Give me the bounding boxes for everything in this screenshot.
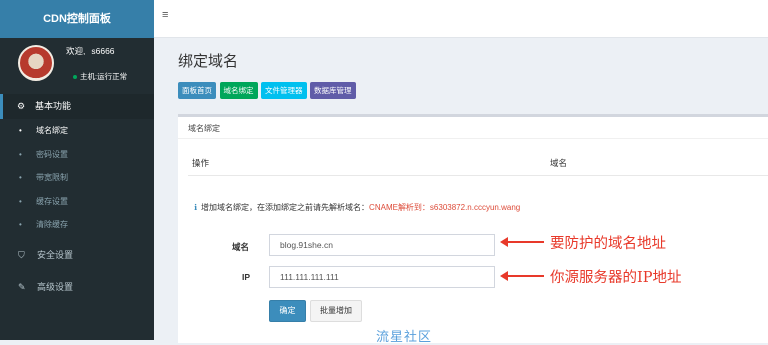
menu-advanced-label: 高级设置 [37, 282, 74, 292]
arrow-left-icon [500, 271, 544, 281]
bullet-icon: • [19, 173, 22, 182]
menu-security-settings[interactable]: ⛉ 安全设置 [0, 240, 154, 270]
watermark: 流星社区 [376, 329, 433, 344]
status-dot-icon [73, 75, 77, 80]
sidebar: CDN控制面板 欢迎, s6666 主机:运行正常 ⚙ 基本功能 • 域名绑定 • 密… [0, 0, 154, 340]
cogs-icon: ⚙ [17, 101, 26, 111]
table-header-divider [188, 175, 768, 176]
confirm-button[interactable]: 确定 [269, 300, 306, 322]
edit-icon: ✎ [18, 282, 26, 292]
ip-label: IP [242, 272, 251, 282]
submenu-item-label: 域名绑定 [36, 126, 68, 135]
welcome-text: 欢迎, s6666 [66, 45, 115, 57]
content-area: 绑定域名 面板首页 域名绑定 文件管理器 数据库管理 域名绑定 操作 域名 ℹ增… [154, 38, 768, 344]
box-divider [178, 138, 768, 139]
shield-icon: ⛉ [18, 250, 25, 260]
username: s6666 [91, 46, 115, 56]
cname-target: CNAME解析到：s6303872.n.cccyun.wang [369, 203, 521, 212]
bullet-icon: • [19, 126, 22, 135]
bullet-icon: • [19, 220, 22, 229]
binding-notice: ℹ 增加域名绑定，在添加绑定之前请先解析域名：CNAME解析到：s6303872.… [194, 202, 520, 213]
submenu-item-label: 带宽限制 [36, 173, 68, 182]
welcome-label: 欢迎, [66, 46, 86, 56]
submenu-item-clear-cache[interactable]: • 清除缓存 [0, 213, 154, 237]
top-navbar: ≡ [154, 0, 768, 38]
avatar [18, 45, 54, 81]
menu-basic-label: 基本功能 [35, 101, 72, 111]
host-status-text: 主机:运行正常 [80, 72, 128, 81]
bulk-add-button[interactable]: 批量增加 [310, 300, 362, 322]
domain-binding-box: 域名绑定 操作 域名 ℹ 增加域名绑定，在添加绑定之前请先解析域名：CNAME解析… [178, 114, 768, 344]
submenu-item-password[interactable]: • 密码设置 [0, 143, 154, 167]
column-header-domain: 域名 [550, 158, 568, 168]
brand-title[interactable]: CDN控制面板 [0, 0, 154, 38]
domain-annotation: 要防护的域名地址 [550, 236, 666, 252]
page-title: 绑定域名 [178, 53, 239, 70]
submenu-item-label: 清除缓存 [36, 220, 68, 229]
ip-annotation: 你源服务器的IP地址 [550, 270, 682, 286]
submenu-item-bandwidth[interactable]: • 带宽限制 [0, 166, 154, 190]
submenu-item-domain-binding[interactable]: • 域名绑定 [0, 119, 154, 143]
menu-security-label: 安全设置 [37, 250, 74, 260]
domain-input[interactable]: blog.91she.cn [269, 234, 495, 256]
notice-text: 增加域名绑定，在添加绑定之前请先解析域名： [201, 203, 370, 212]
domain-label: 域名 [232, 242, 250, 252]
quick-links: 面板首页 域名绑定 文件管理器 数据库管理 [178, 82, 357, 99]
ip-input[interactable]: 111.111.111.111 [269, 266, 495, 288]
arrow-left-icon [500, 237, 544, 247]
submenu: • 域名绑定 • 密码设置 • 带宽限制 • 缓存设置 • 清除缓存 [0, 119, 154, 237]
menu-advanced-settings[interactable]: ✎ 高级设置 [0, 272, 154, 302]
submenu-item-label: 缓存设置 [36, 196, 68, 206]
column-header-action: 操作 [192, 158, 210, 168]
crumb-panel-home[interactable]: 面板首页 [178, 82, 216, 99]
host-status: 主机:运行正常 [73, 71, 127, 82]
bullet-icon: • [19, 149, 22, 159]
crumb-domain-binding[interactable]: 域名绑定 [219, 82, 258, 99]
hamburger-icon[interactable]: ≡ [162, 9, 168, 21]
menu-basic-functions[interactable]: ⚙ 基本功能 [0, 94, 154, 119]
crumb-file-manager[interactable]: 文件管理器 [261, 82, 307, 99]
bullet-icon: • [19, 196, 22, 206]
info-icon: ℹ [194, 203, 198, 212]
box-title: 域名绑定 [188, 124, 220, 133]
submenu-item-label: 密码设置 [36, 149, 68, 159]
submenu-item-cache-settings[interactable]: • 缓存设置 [0, 190, 154, 214]
user-panel: 欢迎, s6666 主机:运行正常 [0, 38, 154, 94]
crumb-database-manager[interactable]: 数据库管理 [310, 82, 356, 99]
